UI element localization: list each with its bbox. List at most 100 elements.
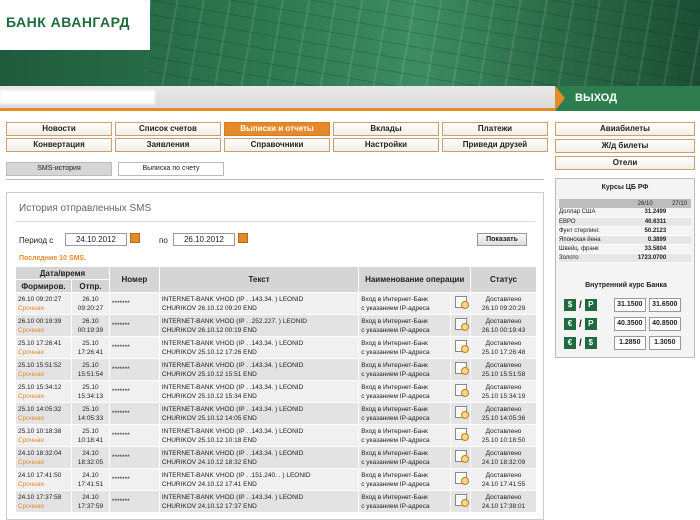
sent-cell: 26.10 00:19:39 xyxy=(70,314,110,337)
details-cell xyxy=(450,292,472,315)
table-row: 26.10 09:20:27 Срочная 26.10 09:20:27 ******… xyxy=(15,292,537,315)
text-cell: INTERNET-BANK VHOD (IP . .143.34. ) LEON… xyxy=(158,292,360,315)
text-line: INTERNET-BANK VHOD (IP . .252.227. ) LEO… xyxy=(161,317,307,325)
details-icon[interactable] xyxy=(454,450,469,463)
cb-rates-table: 26/10 27/10 Доллар США 31.2499 ЕВРО 40.631… xyxy=(559,199,691,263)
header-text: Текст xyxy=(158,266,360,293)
sent-cell: 24.10 18:32:05 xyxy=(70,446,110,469)
euro-icon: € xyxy=(564,318,576,330)
sent-date: 26.10 xyxy=(82,317,99,325)
link-rail-tickets[interactable]: Ж/д билеты xyxy=(555,139,695,153)
sent-cell: 25.10 15:51:54 xyxy=(70,358,110,381)
sent-cell: 26.10 09:20:27 xyxy=(70,292,110,315)
nav-payments[interactable]: Платежи xyxy=(442,122,548,136)
rate-name: Японская йена xyxy=(559,235,623,245)
details-icon[interactable] xyxy=(454,318,469,331)
details-cell xyxy=(450,380,472,403)
table-row: 26.10 00:19:39 Срочная 26.10 00:19:39 ******… xyxy=(15,314,537,337)
status-cell: Доставлено 25.10 14:05:36 xyxy=(470,402,537,425)
nav-statements[interactable]: Выписки и отчеты xyxy=(224,122,330,136)
logo[interactable]: БАНК АВАНГАРД xyxy=(0,0,150,50)
nav-references[interactable]: Справочники xyxy=(224,138,330,152)
details-icon[interactable] xyxy=(454,494,469,507)
urgent-tag: Срочная xyxy=(18,480,44,488)
formed-datetime: 25.10 15:34:12 xyxy=(18,383,62,391)
urgent-tag: Срочная xyxy=(18,458,44,466)
rate-row: Доллар США 31.2499 xyxy=(559,208,691,218)
formed-datetime: 25.10 14:05:32 xyxy=(18,405,62,413)
user-name-redacted xyxy=(0,90,155,104)
nav-conversion[interactable]: Конвертация xyxy=(6,138,112,152)
sub-tabs: SMS-история Выписка по счету xyxy=(6,162,224,176)
calendar-icon[interactable] xyxy=(238,233,248,243)
operation-line: Вход в Интернет-Банк xyxy=(361,471,428,479)
link-hotels[interactable]: Отели xyxy=(555,156,695,170)
sent-date: 25.10 xyxy=(82,427,99,435)
internal-rate-row: € / $ 1.2850 1.3050 xyxy=(564,335,692,351)
link-avia-tickets[interactable]: Авиабилеты xyxy=(555,122,695,136)
rates-header-blank xyxy=(559,199,623,208)
text-line: CHURIKOV 24.10.12 18:32 END xyxy=(161,458,257,466)
formed-datetime: 26.10 09:20:27 xyxy=(18,295,62,303)
status-datetime: 25.10 14:05:36 xyxy=(481,414,526,422)
status-datetime: 26.10 09:20:29 xyxy=(481,304,526,312)
exit-button[interactable]: ВЫХОД xyxy=(555,86,700,111)
number-cell: ******* xyxy=(108,402,160,425)
buy-rate: 31.1500 xyxy=(613,298,646,312)
text-line: INTERNET-BANK VHOD (IP . .143.34. ) LEON… xyxy=(161,339,304,347)
calendar-icon[interactable] xyxy=(130,233,140,243)
rate-value-next xyxy=(668,244,691,254)
details-icon[interactable] xyxy=(454,362,469,375)
operation-line: Вход в Интернет-Банк xyxy=(361,427,428,435)
date-to-input[interactable]: 26.10.2012 xyxy=(173,233,235,246)
nav-settings[interactable]: Настройки xyxy=(333,138,439,152)
urgent-tag: Срочная xyxy=(18,370,44,378)
number-cell: ******* xyxy=(108,380,160,403)
details-icon[interactable] xyxy=(454,472,469,485)
tab-sms-history[interactable]: SMS-история xyxy=(6,162,112,176)
operation-cell: Вход в Интернет-Банк с указанием IP-адрес… xyxy=(358,490,452,513)
sell-rate: 40.8500 xyxy=(648,317,681,331)
tab-account-statement[interactable]: Выписка по счету xyxy=(118,162,224,176)
rate-value: 31.2499 xyxy=(622,208,669,218)
rate-name: Швейц. франк xyxy=(559,244,623,254)
number-cell: ******* xyxy=(108,336,160,359)
details-icon[interactable] xyxy=(454,406,469,419)
rate-name: Доллар США xyxy=(559,208,623,218)
text-cell: INTERNET-BANK VHOD (IP . .143.34. ) LEON… xyxy=(158,446,360,469)
status-text: Доставлено xyxy=(485,339,522,347)
divider xyxy=(0,108,555,111)
details-icon[interactable] xyxy=(454,296,469,309)
operation-cell: Вход в Интернет-Банк с указанием IP-адрес… xyxy=(358,336,452,359)
nav-news[interactable]: Новости xyxy=(6,122,112,136)
rates-col-date1: 26/10 xyxy=(622,199,669,208)
number-cell: ******* xyxy=(108,446,160,469)
nav-applications[interactable]: Заявления xyxy=(115,138,221,152)
status-datetime: 25.10 15:34:19 xyxy=(481,392,526,400)
sent-cell: 24.10 17:41:51 xyxy=(70,468,110,491)
formed-datetime: 26.10 00:19:39 xyxy=(18,317,62,325)
header-datetime: Дата/время xyxy=(15,266,110,280)
nav-deposits[interactable]: Вклады xyxy=(333,122,439,136)
urgent-tag: Срочная xyxy=(18,348,44,356)
divider xyxy=(15,221,535,222)
ruble-icon: Р xyxy=(584,318,597,330)
exchange-rates-panel: Курсы ЦБ РФ 26/10 27/10 Доллар США 31.249… xyxy=(555,178,695,358)
rate-row: Золото 1723.0700 xyxy=(559,253,691,263)
operation-cell: Вход в Интернет-Банк с указанием IP-адрес… xyxy=(358,446,452,469)
dollar-icon: $ xyxy=(564,299,576,311)
text-cell: INTERNET-BANK VHOD (IP . .143.34. ) LEON… xyxy=(158,358,360,381)
page-title: История отправленных SMS xyxy=(19,203,152,214)
sent-cell: 24.10 17:37:59 xyxy=(70,490,110,513)
nav-invite-friends[interactable]: Приведи друзей xyxy=(442,138,548,152)
details-icon[interactable] xyxy=(454,428,469,441)
details-icon[interactable] xyxy=(454,340,469,353)
header-operation: Наименование операции xyxy=(358,266,472,293)
details-icon[interactable] xyxy=(454,384,469,397)
table-row: 25.10 14:05:32 Срочная 25.10 14:05:33 ******… xyxy=(15,402,537,425)
formed-cell: 25.10 14:05:32 Срочная xyxy=(15,402,72,425)
nav-accounts[interactable]: Список счетов xyxy=(115,122,221,136)
text-cell: INTERNET-BANK VHOD (IP . .143.34. ) LEON… xyxy=(158,402,360,425)
date-from-input[interactable]: 24.10.2012 xyxy=(65,233,127,246)
show-button[interactable]: Показать xyxy=(477,233,527,246)
